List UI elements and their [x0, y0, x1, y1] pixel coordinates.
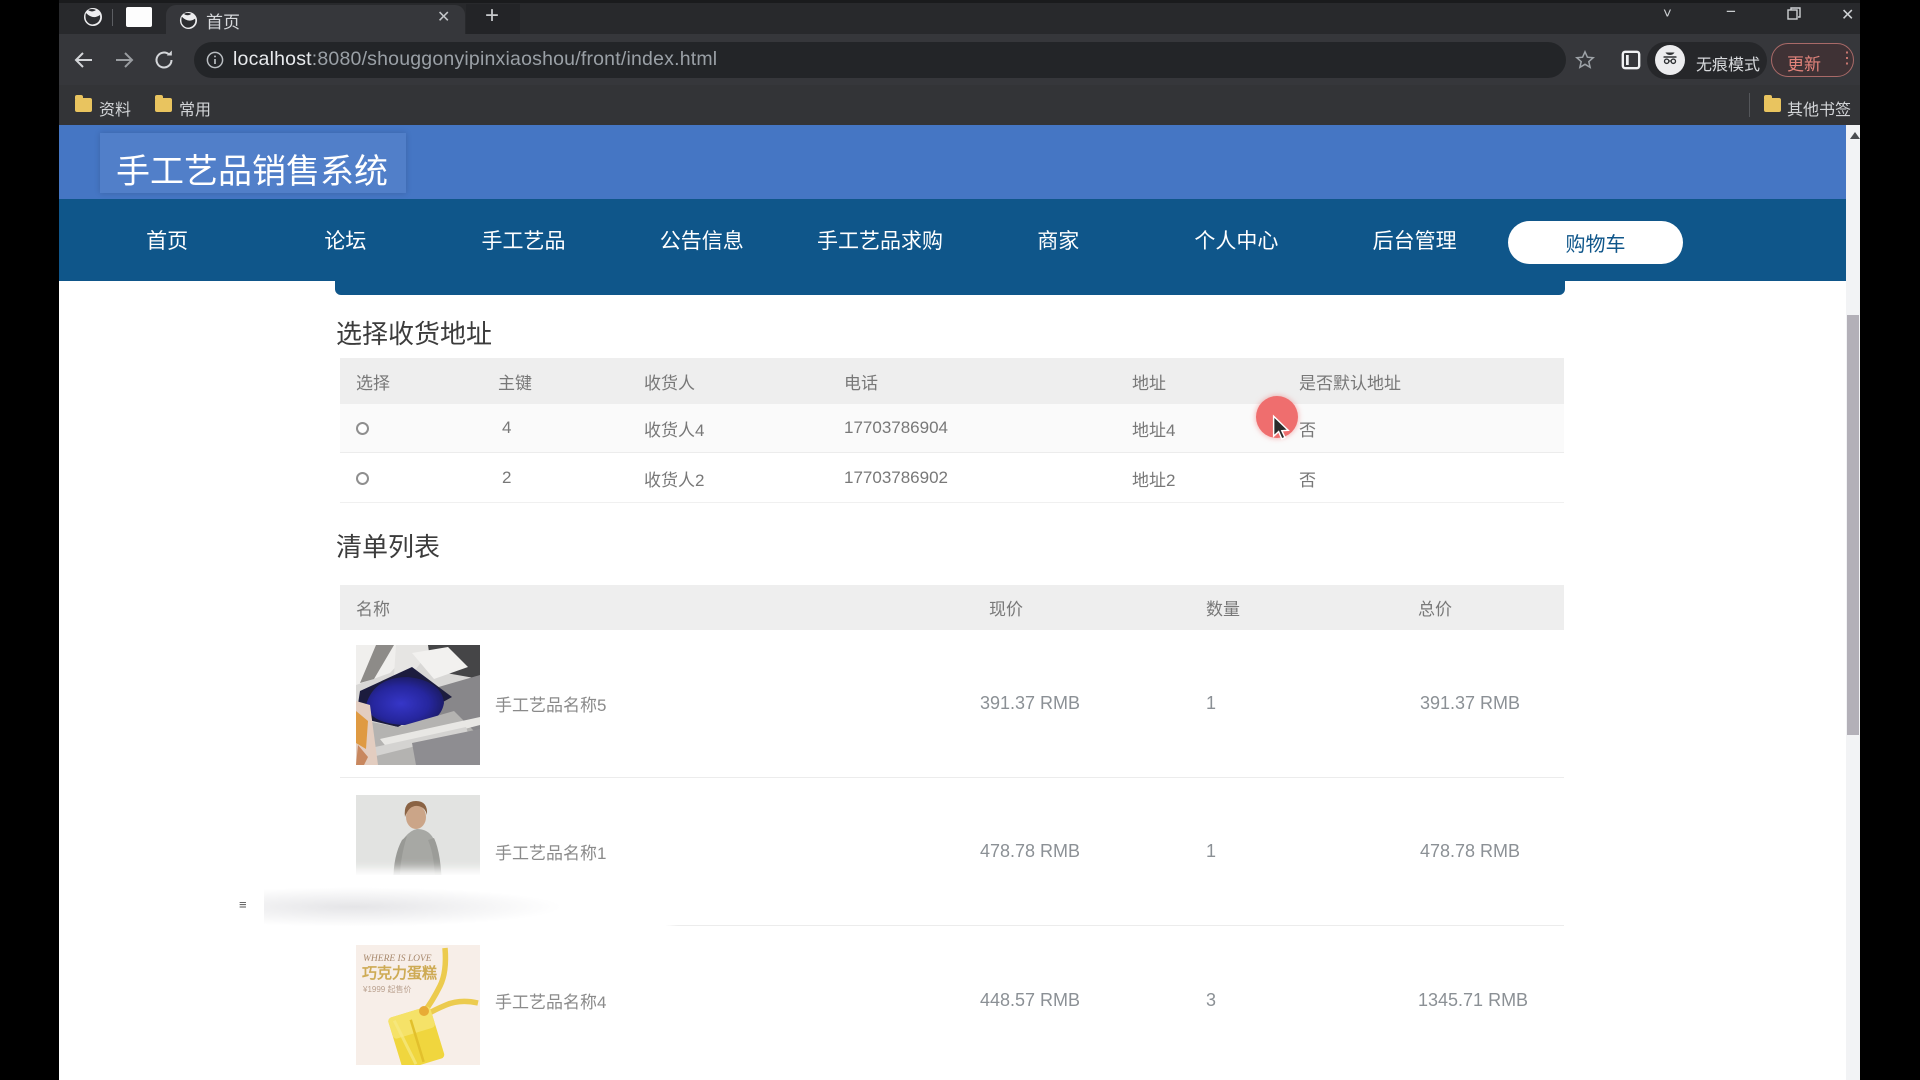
- svg-text:WHERE IS LOVE: WHERE IS LOVE: [363, 954, 432, 964]
- svg-text:巧克力蛋糕: 巧克力蛋糕: [362, 964, 437, 982]
- svg-text:¥1999 起售价: ¥1999 起售价: [362, 984, 411, 994]
